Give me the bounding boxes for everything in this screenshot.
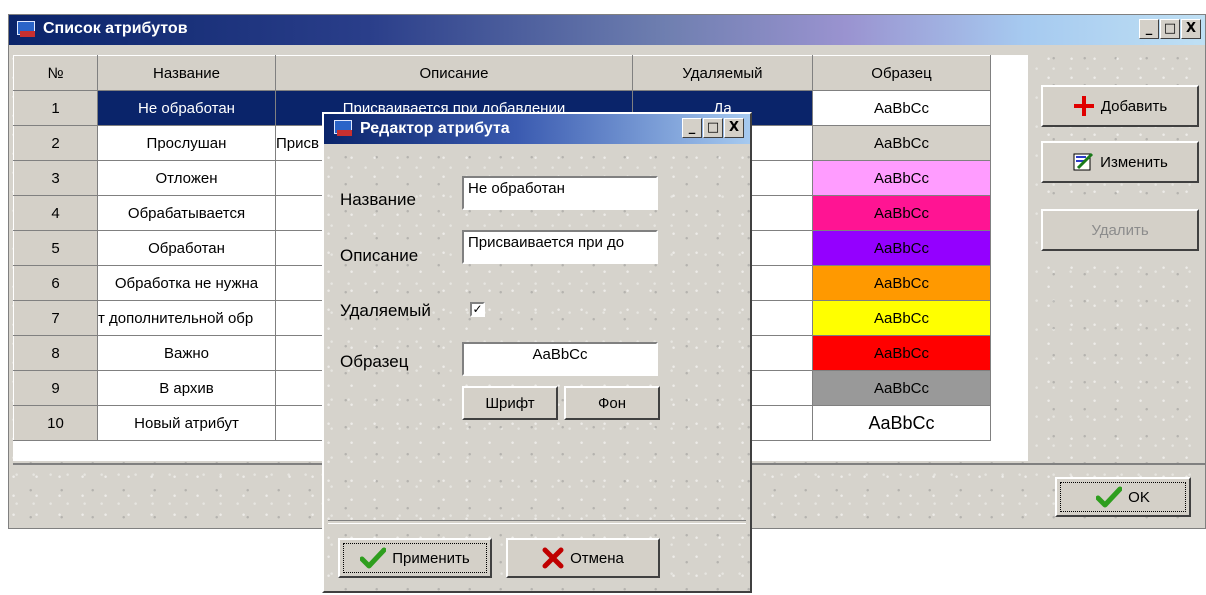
dialog-separator (328, 520, 746, 524)
row-name[interactable]: Обработка не нужна (97, 265, 276, 301)
maximize-button[interactable]: □ (1160, 19, 1180, 39)
checkmark-icon (1096, 486, 1123, 508)
attribute-editor-dialog: Редактор атрибута _ □ X Название Не обра… (322, 112, 752, 593)
background-button-label: Фон (597, 394, 627, 412)
edit-button[interactable]: Изменить (1041, 141, 1199, 183)
dialog-close-button[interactable]: X (724, 118, 744, 138)
row-sample[interactable]: AaBbCc (812, 265, 991, 301)
row-sample[interactable]: AaBbCc (812, 300, 991, 336)
header-description[interactable]: Описание (275, 55, 633, 91)
deletable-checkbox[interactable]: ✓ (470, 302, 485, 317)
row-sample[interactable]: AaBbCc (812, 160, 991, 196)
cancel-x-icon (542, 547, 564, 569)
row-name[interactable]: Важно (97, 335, 276, 371)
row-name[interactable]: Не обработан (97, 90, 276, 126)
name-field[interactable]: Не обработан (462, 176, 658, 210)
row-name[interactable]: Новый атрибут (97, 405, 276, 441)
actions-panel: Добавить Изменить Удалить (1037, 55, 1205, 461)
row-name[interactable]: Обрабатывается (97, 195, 276, 231)
row-sample[interactable]: AaBbCc (812, 195, 991, 231)
row-number[interactable]: 6 (13, 265, 98, 301)
deletable-label: Удаляемый (340, 301, 431, 320)
description-label: Описание (340, 246, 419, 265)
ok-button-label: OK (1128, 488, 1150, 506)
edit-pencil-icon (1073, 152, 1094, 171)
edit-button-label: Изменить (1100, 153, 1168, 171)
apply-button[interactable]: Применить (338, 538, 492, 578)
row-number[interactable]: 7 (13, 300, 98, 336)
font-button[interactable]: Шрифт (462, 386, 558, 420)
row-number[interactable]: 2 (13, 125, 98, 161)
header-name[interactable]: Название (97, 55, 276, 91)
description-field[interactable]: Присваивается при до (462, 230, 658, 264)
row-name[interactable]: В архив (97, 370, 276, 406)
row-number[interactable]: 3 (13, 160, 98, 196)
delete-button[interactable]: Удалить (1041, 209, 1199, 251)
row-number[interactable]: 10 (13, 405, 98, 441)
dialog-title-bar[interactable]: Редактор атрибута _ □ X (324, 114, 750, 144)
row-number[interactable]: 5 (13, 230, 98, 266)
row-number[interactable]: 4 (13, 195, 98, 231)
dialog-minimize-button[interactable]: _ (682, 118, 702, 138)
dialog-app-icon (334, 120, 354, 138)
row-name[interactable]: Прослушан (97, 125, 276, 161)
header-sample[interactable]: Образец (812, 55, 991, 91)
background-button[interactable]: Фон (564, 386, 660, 420)
row-name[interactable]: Обработан (97, 230, 276, 266)
row-number[interactable]: 8 (13, 335, 98, 371)
delete-button-label: Удалить (1091, 221, 1149, 239)
add-button-label: Добавить (1100, 97, 1168, 115)
app-icon (17, 21, 37, 39)
row-sample[interactable]: AaBbCc (812, 125, 991, 161)
dialog-maximize-button[interactable]: □ (703, 118, 723, 138)
row-sample[interactable]: AaBbCc (812, 230, 991, 266)
add-button[interactable]: Добавить (1041, 85, 1199, 127)
dialog-title: Редактор атрибута (360, 120, 510, 137)
cancel-button-label: Отмена (570, 549, 624, 567)
checkmark-icon (360, 547, 387, 569)
font-button-label: Шрифт (485, 394, 535, 412)
header-deletable[interactable]: Удаляемый (632, 55, 813, 91)
main-title-bar[interactable]: Список атрибутов _ □ X (9, 15, 1205, 45)
row-name[interactable]: Отложен (97, 160, 276, 196)
header-number[interactable]: № (13, 55, 98, 91)
row-sample[interactable]: AaBbCc (812, 90, 991, 126)
sample-preview: AaBbCc (462, 342, 658, 376)
row-sample[interactable]: AaBbCc (812, 370, 991, 406)
table-header-row: № Название Описание Удаляемый Образец (13, 55, 991, 91)
ok-button[interactable]: OK (1055, 477, 1191, 517)
row-sample[interactable]: AaBbCc (812, 335, 991, 371)
cancel-button[interactable]: Отмена (506, 538, 660, 578)
sample-label: Образец (340, 352, 409, 371)
main-window-title: Список атрибутов (43, 20, 188, 37)
row-number[interactable]: 9 (13, 370, 98, 406)
plus-icon (1073, 96, 1094, 116)
close-button[interactable]: X (1181, 19, 1201, 39)
name-label: Название (340, 190, 416, 209)
row-number[interactable]: 1 (13, 90, 98, 126)
row-sample[interactable]: AaBbCc (812, 405, 991, 441)
apply-button-label: Применить (392, 549, 470, 567)
row-name[interactable]: т дополнительной обр (97, 300, 276, 336)
minimize-button[interactable]: _ (1139, 19, 1159, 39)
